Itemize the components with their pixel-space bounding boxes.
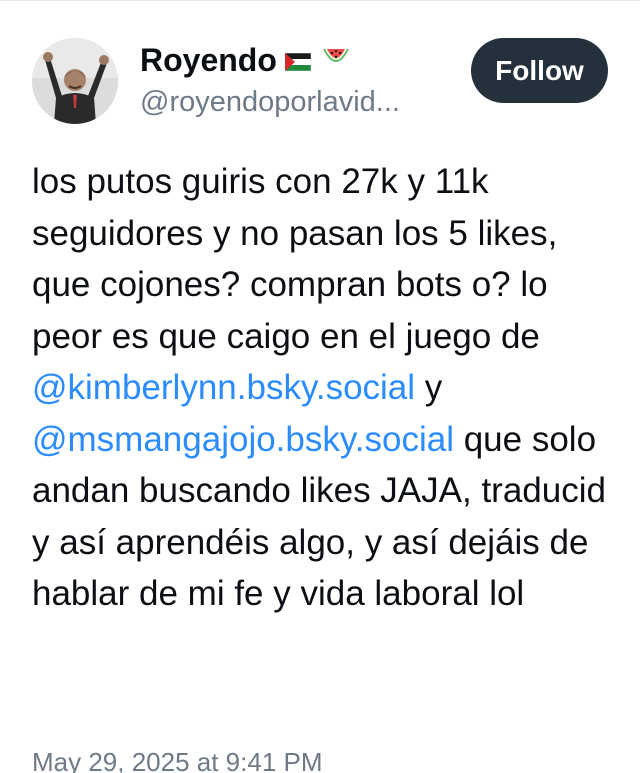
mention-link[interactable]: @kimberlynn.bsky.social xyxy=(32,368,415,407)
post-text: los putos guiris con 27k y 11k seguidore… xyxy=(32,156,612,620)
author-handle[interactable]: @royendoporlavid... xyxy=(140,82,440,122)
post-text-part-1: los putos guiris con 27k y 11k seguidore… xyxy=(32,162,558,356)
palestine-flag-icon xyxy=(284,38,312,82)
author-display-name[interactable]: Royendo xyxy=(140,38,450,82)
post-text-part-2: y xyxy=(415,368,443,407)
post: Royendo @royendoporlavid... Follow los p… xyxy=(0,0,640,773)
avatar[interactable] xyxy=(32,38,118,124)
mention-link[interactable]: @msmangajojo.bsky.social xyxy=(32,420,454,459)
follow-button[interactable]: Follow xyxy=(471,38,608,103)
watermelon-icon xyxy=(321,38,351,82)
author-name-text: Royendo xyxy=(140,42,277,78)
post-timestamp[interactable]: May 29, 2025 at 9:41 PM xyxy=(32,744,323,773)
author-block: Royendo @royendoporlavid... xyxy=(140,38,450,122)
